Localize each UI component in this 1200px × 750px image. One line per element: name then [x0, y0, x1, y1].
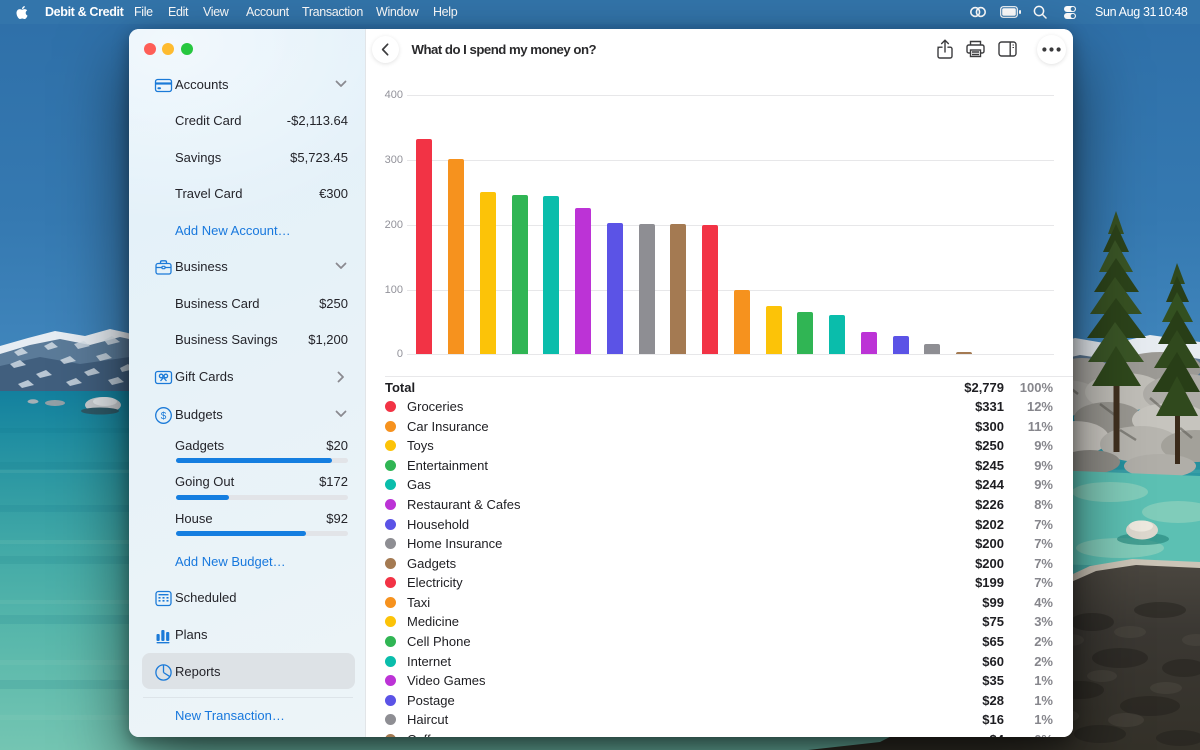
svg-text:$: $	[161, 411, 167, 422]
